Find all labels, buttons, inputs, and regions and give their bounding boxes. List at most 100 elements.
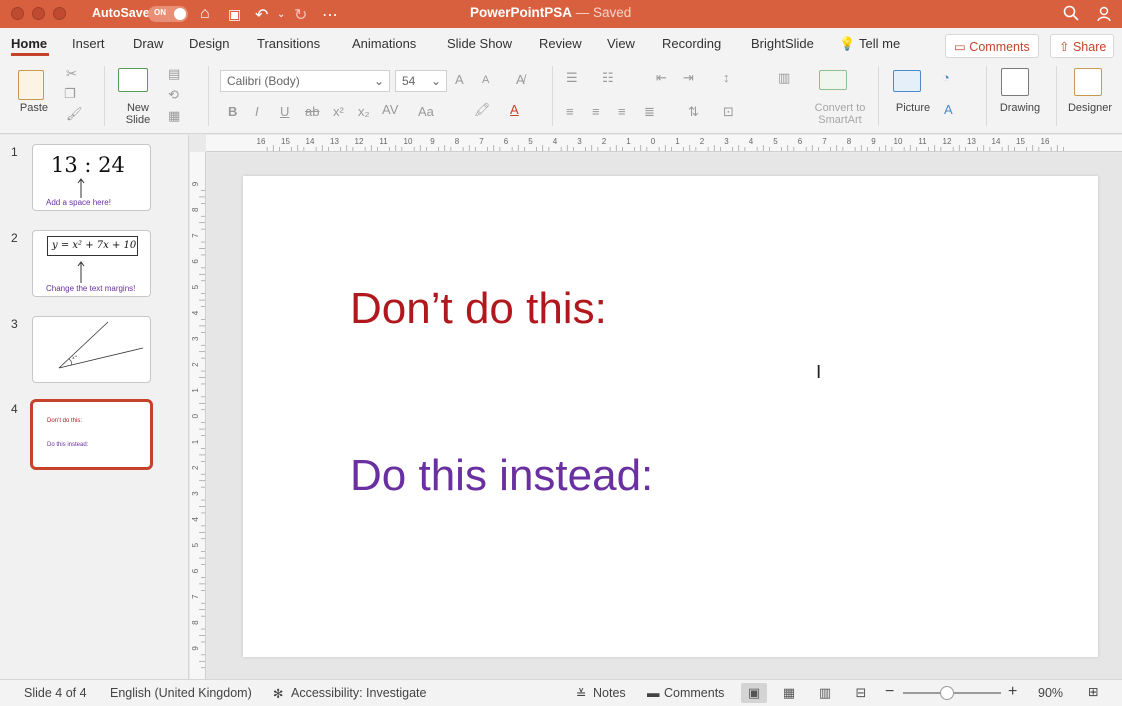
paste-icon[interactable] [18,70,44,100]
convert-smartart-label[interactable]: Convert to SmartArt [805,102,875,126]
accessibility-button[interactable]: Accessibility: Investigate [291,686,426,700]
bold-icon[interactable]: B [228,104,237,119]
highlight-icon[interactable]: 🖍 [474,102,491,118]
font-color-icon[interactable]: A [510,102,519,117]
zoom-level[interactable]: 90% [1038,686,1063,700]
fit-to-window-icon[interactable]: ⊞ [1088,684,1098,699]
strikethrough-icon[interactable]: ab [305,104,319,119]
close-window-button[interactable] [11,7,24,20]
numbering-icon[interactable]: ☷ [602,70,614,86]
align-left-icon[interactable]: ≡ [566,104,574,119]
vertical-ruler[interactable]: 9 8 7 6 5 4 3 2 1 0 1 2 3 4 5 6 7 8 9 [190,152,206,679]
increase-indent-icon[interactable]: ⇥ [683,70,694,86]
slide-thumbnail-2[interactable]: y = x² + 7x + 10 Change the text margins… [32,230,151,297]
line-spacing-icon[interactable]: ↕ [723,70,730,85]
ruler-label: 4 [553,137,558,146]
tab-transitions[interactable]: Transitions [257,36,320,51]
decrease-indent-icon[interactable]: ⇤ [656,70,667,86]
autosave-state: ON [154,8,166,17]
picture-icon[interactable] [893,70,921,92]
underline-icon[interactable]: U [280,104,289,119]
clear-format-icon[interactable]: A̸ [516,72,525,87]
tab-view[interactable]: View [607,36,635,51]
zoom-slider[interactable] [903,686,1001,700]
undo-icon[interactable]: ↶ [255,5,268,25]
superscript-icon[interactable]: x² [333,104,344,119]
ruler-label: 8 [191,207,200,212]
font-name-select[interactable]: Calibri (Body) ⌄ [220,70,390,92]
tab-slide-show[interactable]: Slide Show [447,36,512,51]
tab-review[interactable]: Review [539,36,582,51]
tab-home[interactable]: Home [11,36,47,51]
textbox-icon[interactable]: A [944,102,953,117]
tab-recording[interactable]: Recording [662,36,721,51]
more-icon[interactable]: ⋯ [322,5,338,25]
language-button[interactable]: English (United Kingdom) [110,686,252,700]
layout-icon[interactable]: ▤ [168,66,180,82]
slide-thumbnail-4[interactable]: Don’t do this: Do this instead: [30,399,153,470]
normal-view-button[interactable]: ▣ [741,683,767,703]
zoom-out-button[interactable]: − [885,683,894,701]
new-slide-label[interactable]: New Slide [112,102,164,126]
tab-brightslide[interactable]: BrightSlide [751,36,814,51]
cut-icon[interactable]: ✂ [66,66,77,82]
home-icon[interactable]: ⌂ [200,5,210,23]
current-slide[interactable]: Don’t do this: Do this instead: I [243,176,1098,657]
comments-status-button[interactable]: Comments [664,686,724,700]
zoom-slider-handle[interactable] [940,686,955,700]
autosave-toggle[interactable]: ON [148,6,188,22]
align-center-icon[interactable]: ≡ [592,104,600,119]
tab-design[interactable]: Design [189,36,229,51]
slide-text-do[interactable]: Do this instead: [350,451,653,501]
account-icon[interactable] [1096,5,1114,28]
new-slide-icon[interactable] [118,68,148,92]
slideshow-view-button[interactable]: ⊟ [848,683,874,703]
increase-font-icon[interactable]: A [455,72,464,87]
decrease-font-icon[interactable]: A [482,74,489,86]
search-icon[interactable] [1063,5,1079,26]
bullets-icon[interactable]: ☰ [566,70,578,86]
drawing-icon[interactable] [1001,68,1029,96]
reading-view-button[interactable]: ▥ [812,683,838,703]
tab-animations[interactable]: Animations [352,36,416,51]
drawing-label[interactable]: Drawing [994,102,1046,114]
slide-thumbnail-1[interactable]: 13 : 24 Add a space here! [32,144,151,211]
designer-label[interactable]: Designer [1064,102,1116,114]
shapes-icon[interactable]: ◔ [942,70,950,85]
slide-thumbnail-3[interactable]: x° [32,316,151,383]
section-icon[interactable]: ▦ [168,108,180,124]
tab-insert[interactable]: Insert [72,36,105,51]
italic-icon[interactable]: I [255,104,259,119]
comments-button[interactable]: ▭ Comments [945,34,1039,58]
reset-icon[interactable]: ⟲ [168,87,179,103]
share-button[interactable]: ⇧ Share [1050,34,1114,58]
align-text-icon[interactable]: ⊡ [723,104,734,120]
picture-label[interactable]: Picture [889,102,937,114]
tab-draw[interactable]: Draw [133,36,163,51]
save-icon[interactable]: ▣ [228,6,241,23]
notes-button[interactable]: Notes [593,686,626,700]
zoom-in-button[interactable]: + [1008,683,1017,701]
slide-text-dont[interactable]: Don’t do this: [350,284,607,334]
designer-icon[interactable] [1074,68,1102,96]
copy-icon[interactable]: ❐ [64,86,76,102]
format-painter-icon[interactable]: 🖌 [66,106,83,122]
horizontal-ruler[interactable]: 16 15 14 13 12 11 10 9 8 7 6 5 4 3 2 1 0 1 2 3 4 5 6 7 8 9 10 11 12 1… [206,135,1122,152]
smartart-icon[interactable] [819,70,847,90]
align-right-icon[interactable]: ≡ [618,104,626,119]
redo-icon[interactable]: ↻ [294,5,307,25]
slide-sorter-button[interactable]: ▦ [776,683,802,703]
zoom-window-button[interactable] [53,7,66,20]
change-case-icon[interactable]: Aa [418,104,434,119]
character-spacing-icon[interactable]: AV [382,102,398,117]
justify-icon[interactable]: ≣ [644,104,655,120]
text-direction-icon[interactable]: ⇅ [688,104,699,120]
undo-dropdown-icon[interactable]: ⌄ [277,9,285,20]
font-size-select[interactable]: 54 ⌄ [395,70,447,92]
paste-label[interactable]: Paste [14,102,54,114]
subscript-icon[interactable]: x₂ [358,104,370,119]
columns-icon[interactable]: ▥ [778,70,790,86]
tell-me-search[interactable]: Tell me [859,36,900,51]
ruler-label: 5 [191,542,200,547]
minimize-window-button[interactable] [32,7,45,20]
